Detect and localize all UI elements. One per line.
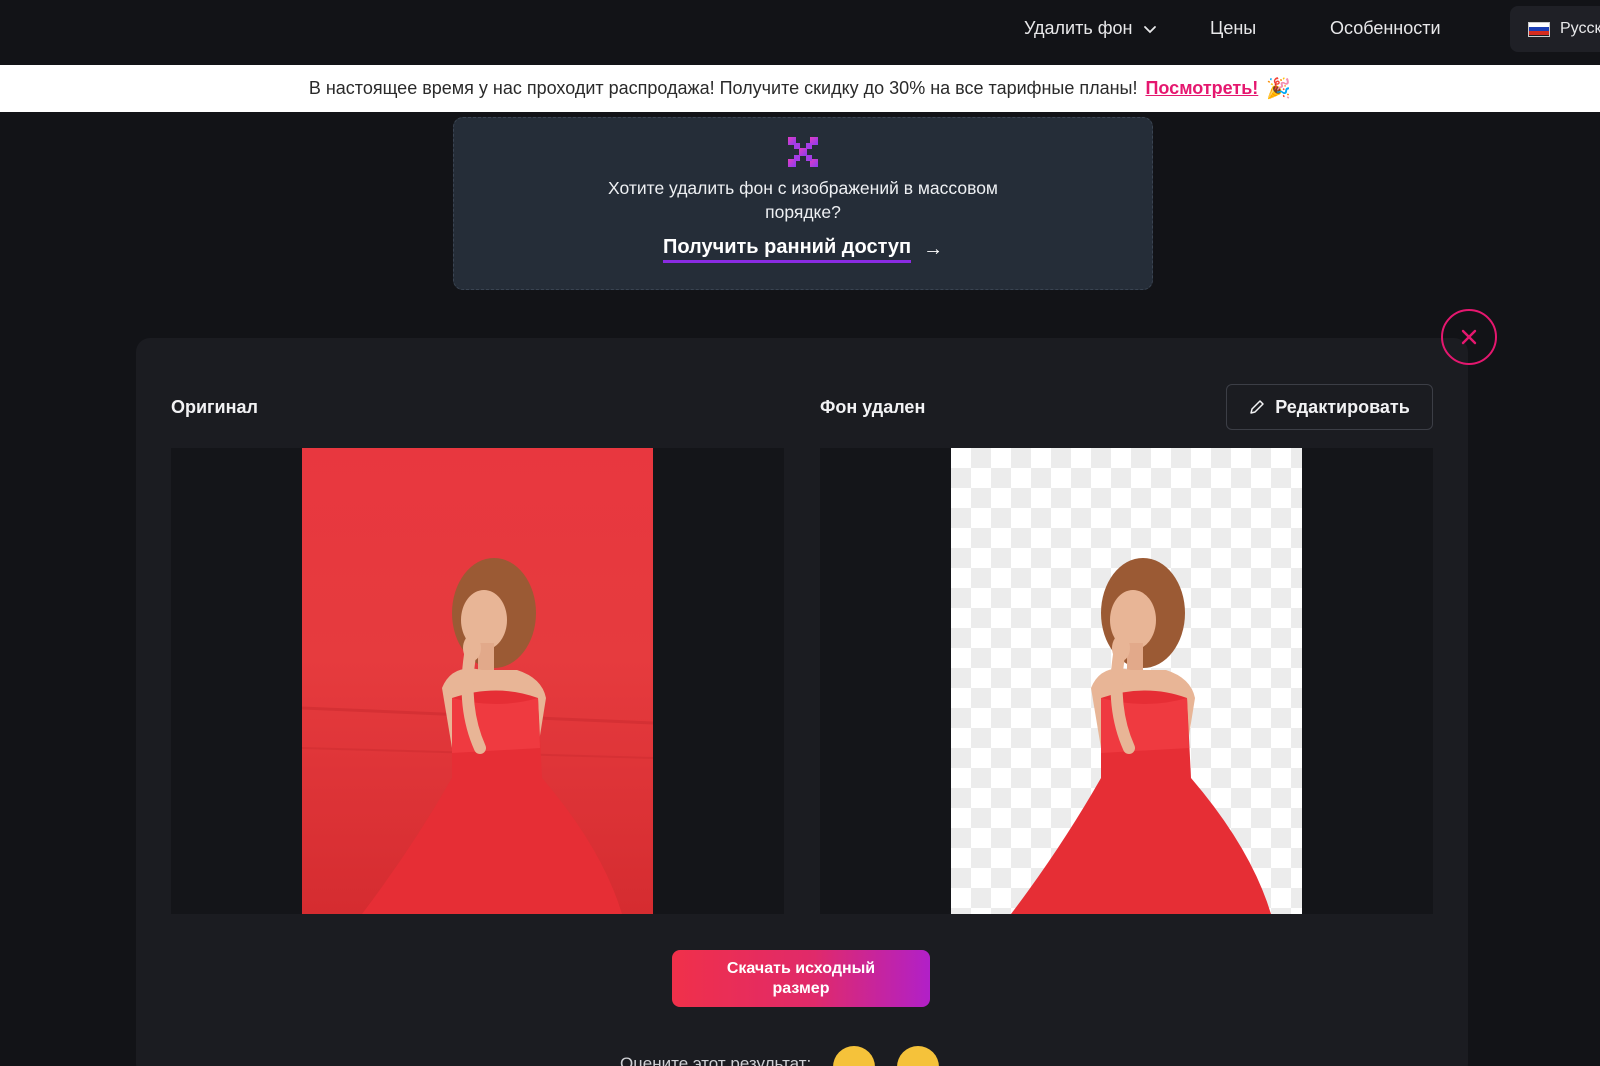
- promo-view-link[interactable]: Посмотреть!: [1145, 78, 1258, 99]
- pencil-icon: [1250, 400, 1264, 414]
- arrow-right-icon: →: [923, 238, 944, 260]
- close-button[interactable]: [1441, 309, 1497, 365]
- edit-label: Редактировать: [1275, 396, 1410, 417]
- neutral-face-icon[interactable]: [897, 1046, 940, 1066]
- party-popper-icon: 🎉: [1266, 78, 1292, 100]
- background-removed-label: Фон удален: [820, 397, 926, 417]
- grid-x-icon: [788, 137, 818, 167]
- download-original-size-button[interactable]: Скачать исходный размер: [672, 950, 930, 1007]
- rating-row: Оцените этот результат:: [620, 1040, 940, 1066]
- nav-features[interactable]: Особенности: [1330, 18, 1441, 39]
- original-image-frame: [171, 448, 784, 914]
- language-label: Русск: [1560, 20, 1600, 37]
- bulk-description: Хотите удалить фон с изображений в массо…: [608, 178, 998, 222]
- removed-image-frame: [820, 448, 1433, 914]
- woman-figure-cutout: [1011, 558, 1271, 914]
- bulk-removal-card: Хотите удалить фон с изображений в массо…: [453, 117, 1153, 290]
- original-photo: [302, 448, 653, 914]
- promo-text: В настоящее время у нас проходит распрод…: [308, 78, 1138, 98]
- woman-figure-original: [302, 558, 653, 914]
- nav-features-label: Особенности: [1330, 18, 1441, 38]
- nav-prices[interactable]: Цены: [1210, 18, 1256, 39]
- promo-banner: В настоящее время у нас проходит распрод…: [0, 65, 1600, 112]
- chevron-down-icon: [1144, 25, 1157, 33]
- nav-remove-background[interactable]: Удалить фон: [1024, 18, 1158, 39]
- rate-label: Оцените этот результат:: [620, 1054, 812, 1066]
- edit-button[interactable]: Редактировать: [1226, 384, 1433, 430]
- original-label: Оригинал: [171, 397, 258, 417]
- language-selector[interactable]: Русск: [1510, 6, 1600, 52]
- russia-flag-icon: [1528, 21, 1550, 37]
- download-label: Скачать исходный размер: [726, 959, 876, 997]
- nav-remove-background-label: Удалить фон: [1024, 18, 1133, 38]
- early-access-link[interactable]: Получить ранний доступ →: [662, 236, 944, 263]
- removed-photo: [951, 448, 1302, 914]
- nav-prices-label: Цены: [1210, 18, 1257, 38]
- top-navigation: Удалить фон Цены Особенности Русск: [0, 0, 1600, 65]
- sad-face-icon[interactable]: [833, 1046, 876, 1066]
- early-access-label: Получить ранний доступ: [662, 236, 912, 263]
- close-icon: [1461, 329, 1477, 345]
